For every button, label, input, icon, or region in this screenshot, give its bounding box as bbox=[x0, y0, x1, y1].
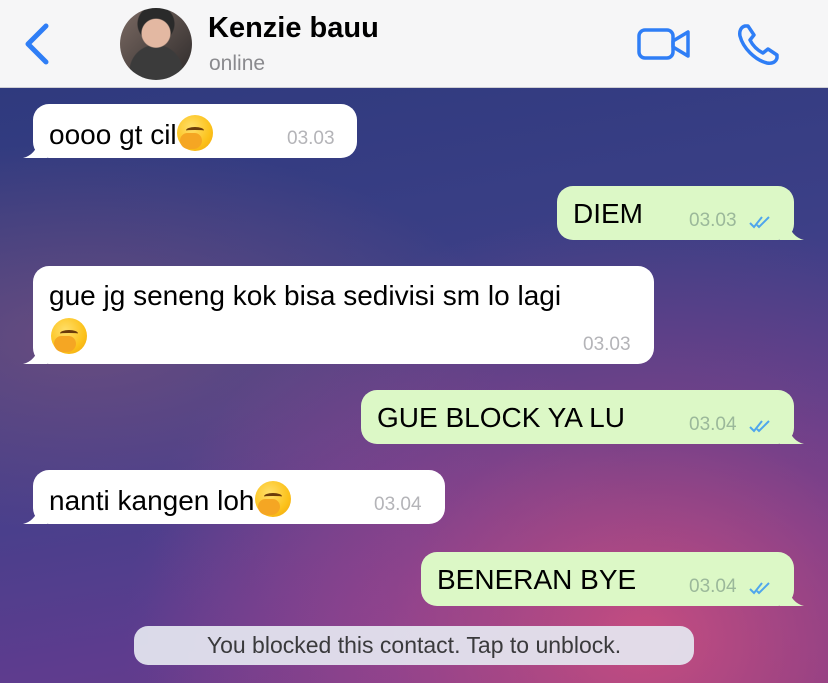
bubble-tail bbox=[780, 588, 804, 606]
contact-name[interactable]: Kenzie bauu bbox=[208, 12, 379, 45]
chat-screen: Kenzie bauu online oooo gt cil 03.03 DIE… bbox=[0, 0, 828, 683]
contact-status: online bbox=[209, 52, 266, 75]
message-time: 03.03 bbox=[583, 334, 631, 355]
message-text: gue jg seneng kok bisa sedivisi sm lo la… bbox=[49, 280, 562, 311]
bubble-tail bbox=[23, 506, 47, 524]
message-time: 03.04 bbox=[374, 494, 422, 515]
phone-icon bbox=[738, 24, 779, 65]
chat-header: Kenzie bauu online bbox=[0, 0, 828, 88]
chevron-left-icon bbox=[25, 23, 49, 65]
back-button[interactable] bbox=[18, 20, 58, 68]
message-time: 03.03 bbox=[689, 210, 737, 231]
blocked-contact-notice[interactable]: You blocked this contact. Tap to unblock… bbox=[134, 626, 694, 665]
message-time: 03.04 bbox=[689, 414, 737, 435]
message-bubble-outgoing[interactable]: DIEM 03.03 bbox=[557, 186, 804, 240]
message-bubble-incoming[interactable]: nanti kangen loh 03.04 bbox=[23, 470, 445, 524]
face-with-hand-over-mouth-emoji bbox=[254, 481, 291, 517]
message-text: DIEM bbox=[573, 198, 643, 229]
face-with-hand-over-mouth-emoji bbox=[51, 318, 87, 354]
voice-call-button[interactable] bbox=[735, 22, 781, 68]
bubble-tail bbox=[23, 140, 47, 158]
double-check-read-icon bbox=[749, 420, 770, 433]
avatar[interactable] bbox=[120, 8, 192, 80]
bubble-tail bbox=[780, 222, 804, 240]
double-check-read-icon bbox=[749, 582, 770, 595]
bubble-tail bbox=[23, 346, 47, 364]
message-bubble-outgoing[interactable]: BENERAN BYE 03.04 bbox=[421, 552, 804, 606]
video-camera-icon bbox=[637, 28, 690, 60]
bubble-tail bbox=[780, 426, 804, 444]
message-time: 03.03 bbox=[287, 128, 335, 149]
message-text: nanti kangen loh bbox=[49, 485, 255, 516]
video-call-button[interactable] bbox=[636, 24, 692, 64]
message-text: BENERAN BYE bbox=[437, 564, 637, 595]
message-time: 03.04 bbox=[689, 576, 737, 597]
message-text: GUE BLOCK YA LU bbox=[377, 402, 625, 433]
face-with-hand-over-mouth-emoji bbox=[176, 115, 213, 151]
message-bubble-incoming[interactable]: oooo gt cil 03.03 bbox=[23, 104, 357, 158]
message-text: oooo gt cil bbox=[49, 119, 177, 150]
message-bubble-incoming[interactable]: gue jg seneng kok bisa sedivisi sm lo la… bbox=[23, 266, 654, 364]
double-check-read-icon bbox=[749, 216, 770, 229]
message-bubble-outgoing[interactable]: GUE BLOCK YA LU 03.04 bbox=[361, 390, 804, 444]
